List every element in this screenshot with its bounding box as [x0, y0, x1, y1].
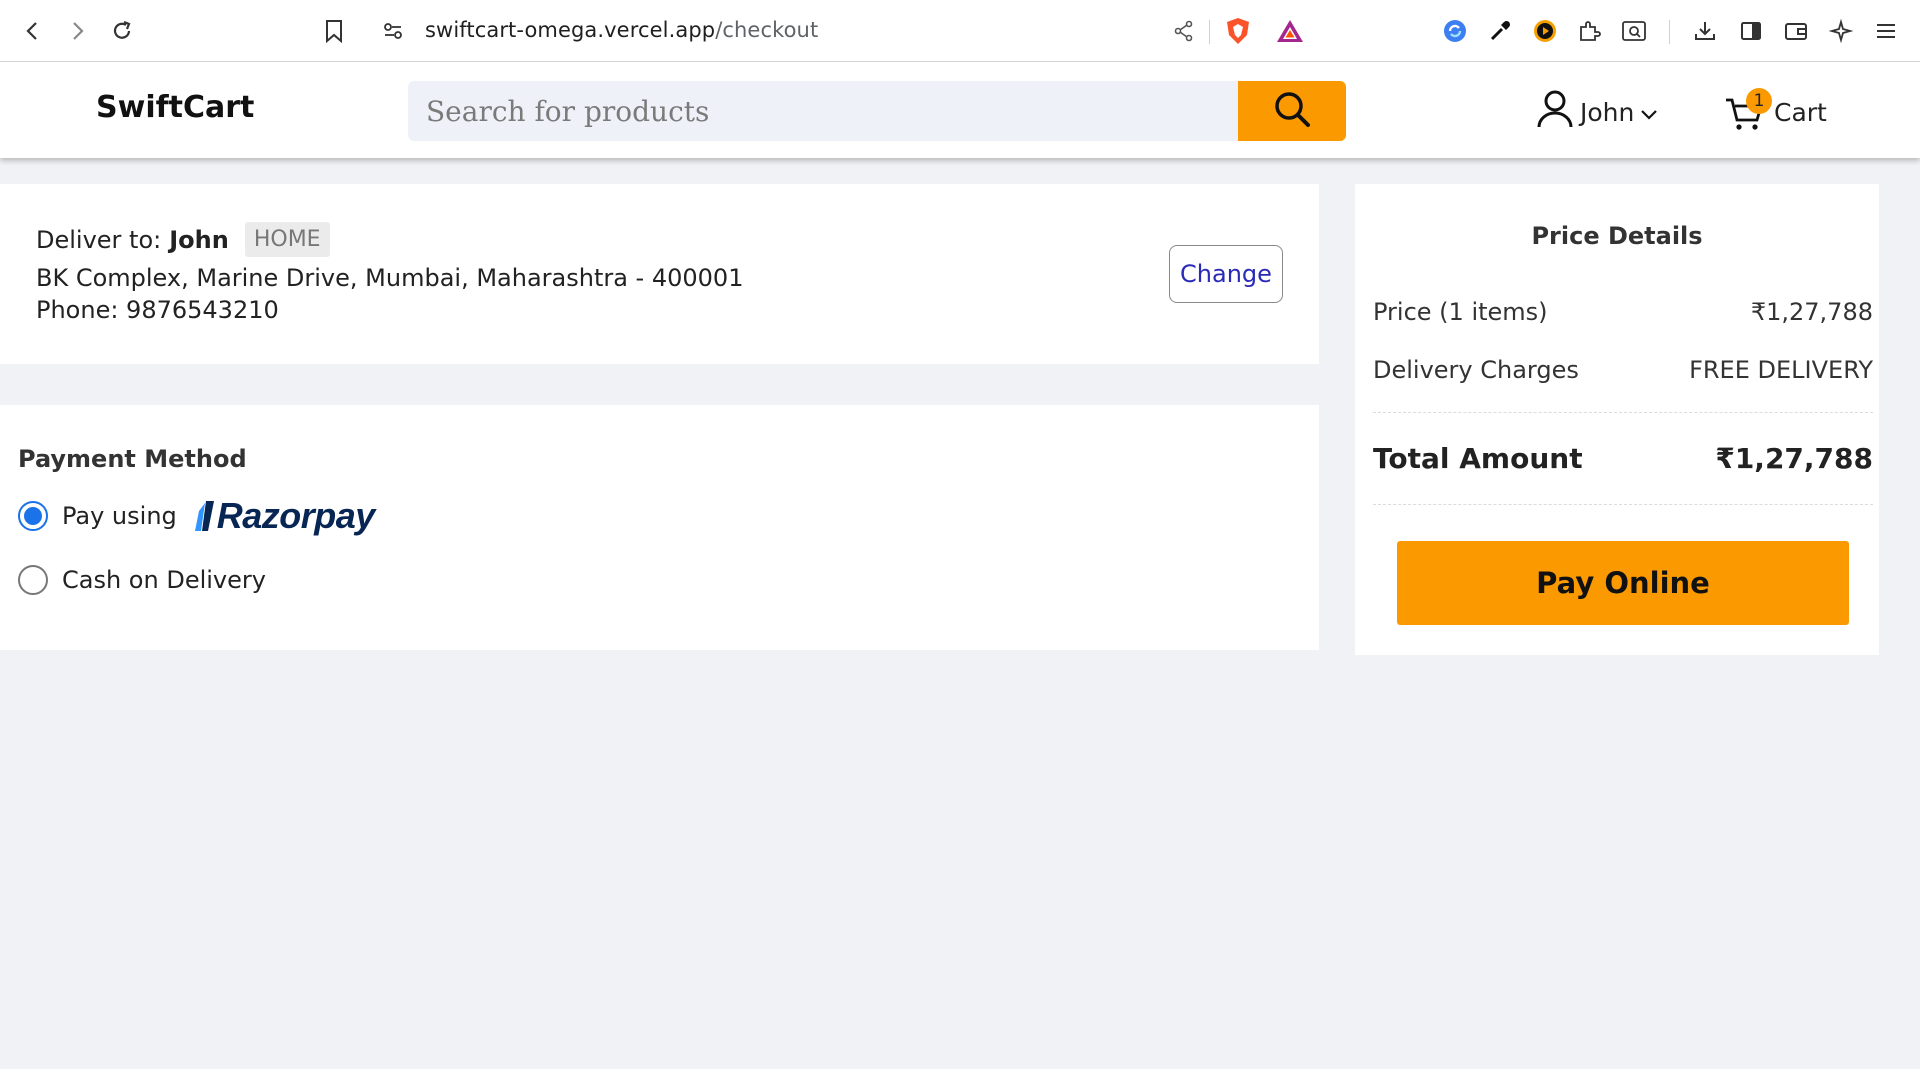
- delivery-row: Delivery Charges FREE DELIVERY: [1373, 356, 1873, 384]
- extension-sync-icon[interactable]: [1437, 13, 1473, 49]
- cart-icon: 1: [1724, 88, 1772, 132]
- price-details-title: Price Details: [1531, 222, 1703, 250]
- site-header: SwiftCart John 1 Cart: [0, 62, 1920, 158]
- address-type-badge: HOME: [244, 222, 330, 257]
- delivery-address-card: Deliver to: John HOME BK Complex, Marine…: [0, 184, 1319, 364]
- payment-option-razorpay[interactable]: Pay using Razorpay: [18, 495, 375, 537]
- payment-method-card: Payment Method Pay using Razorpay Cash o…: [0, 405, 1319, 650]
- search-icon: [1272, 89, 1312, 133]
- phone-text: Phone: 9876543210: [36, 296, 279, 324]
- site-logo[interactable]: SwiftCart: [96, 90, 254, 125]
- payment-option-label: Pay using: [62, 502, 177, 530]
- search-button[interactable]: [1238, 81, 1346, 141]
- divider: [1373, 412, 1873, 413]
- price-value: ₹1,27,788: [1750, 298, 1873, 326]
- price-details-card: Price Details Price (1 items) ₹1,27,788 …: [1355, 184, 1879, 655]
- radio-cash-on-delivery[interactable]: [18, 565, 48, 595]
- change-address-button[interactable]: Change: [1169, 245, 1283, 303]
- deliver-to-label: Deliver to:: [36, 225, 162, 254]
- price-label: Price (1 items): [1373, 298, 1548, 326]
- browser-toolbar: swiftcart-omega.vercel.app/checkout: [0, 0, 1920, 62]
- reload-icon[interactable]: [104, 13, 140, 49]
- payment-method-title: Payment Method: [18, 445, 247, 473]
- menu-icon[interactable]: [1868, 13, 1904, 49]
- delivery-label: Delivery Charges: [1373, 356, 1579, 384]
- user-icon: [1536, 89, 1574, 135]
- leo-ai-icon[interactable]: [1823, 13, 1859, 49]
- chevron-down-icon: [1640, 98, 1658, 127]
- extensions-puzzle-icon[interactable]: [1571, 13, 1607, 49]
- color-picker-icon[interactable]: [1482, 13, 1518, 49]
- address-text: BK Complex, Marine Drive, Mumbai, Mahara…: [36, 264, 744, 292]
- sidebar-icon[interactable]: [1733, 13, 1769, 49]
- payment-option-cod[interactable]: Cash on Delivery: [18, 565, 266, 595]
- site-settings-icon[interactable]: [375, 13, 411, 49]
- back-icon[interactable]: [15, 13, 51, 49]
- razorpay-logo: Razorpay: [191, 495, 375, 537]
- razorpay-wordmark: Razorpay: [216, 495, 376, 536]
- media-extension-icon[interactable]: [1527, 13, 1563, 49]
- total-row: Total Amount ₹1,27,788: [1373, 442, 1873, 475]
- download-icon[interactable]: [1687, 13, 1723, 49]
- price-row: Price (1 items) ₹1,27,788: [1373, 298, 1873, 326]
- radio-razorpay[interactable]: [18, 501, 48, 531]
- cart-label: Cart: [1774, 97, 1827, 127]
- cart-link[interactable]: 1 Cart: [1724, 88, 1827, 134]
- pay-online-button[interactable]: Pay Online: [1397, 541, 1849, 625]
- user-name: John: [1580, 97, 1635, 127]
- brave-rewards-icon[interactable]: [1272, 13, 1308, 49]
- brave-shield-icon[interactable]: [1220, 13, 1256, 49]
- search-input[interactable]: [408, 81, 1238, 141]
- cart-count-badge: 1: [1746, 88, 1772, 114]
- bookmark-icon[interactable]: [316, 13, 352, 49]
- wallet-icon[interactable]: [1778, 13, 1814, 49]
- total-label: Total Amount: [1373, 442, 1583, 475]
- total-value: ₹1,27,788: [1715, 442, 1873, 475]
- search-bar: [408, 81, 1346, 141]
- forward-icon[interactable]: [59, 13, 95, 49]
- recipient-name: John: [169, 225, 229, 254]
- razorpay-logo-mark: [194, 501, 214, 531]
- screenshot-search-icon[interactable]: [1616, 13, 1652, 49]
- user-menu[interactable]: John: [1536, 89, 1658, 135]
- divider: [1373, 504, 1873, 505]
- payment-option-label: Cash on Delivery: [62, 566, 266, 594]
- deliver-to-row: Deliver to: John HOME: [36, 222, 330, 257]
- share-icon[interactable]: [1166, 13, 1202, 49]
- url-text[interactable]: swiftcart-omega.vercel.app/checkout: [425, 18, 818, 42]
- delivery-value: FREE DELIVERY: [1689, 356, 1873, 384]
